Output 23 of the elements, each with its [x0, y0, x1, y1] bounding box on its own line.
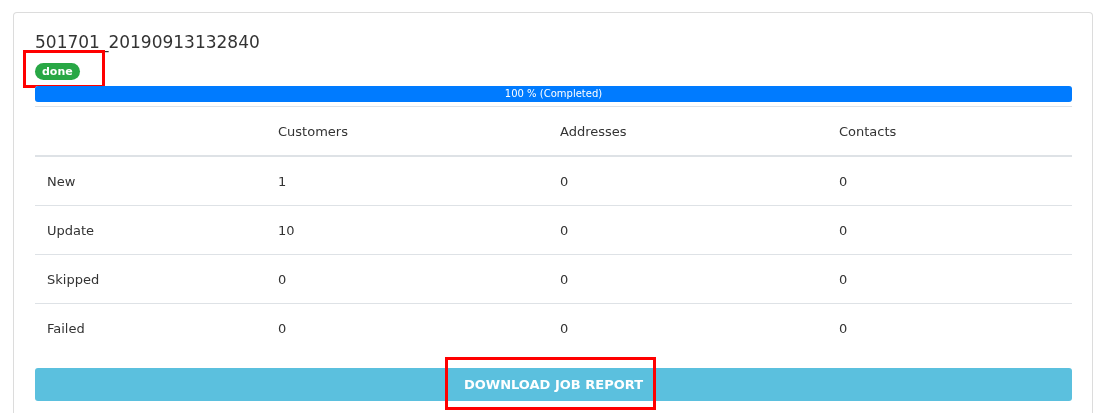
column-header: Customers: [278, 123, 348, 139]
table-cell: 10: [278, 222, 295, 238]
row-label: Update: [47, 222, 95, 238]
status-badge: done: [35, 63, 80, 80]
table-cell: 0: [560, 173, 569, 189]
row-label: Failed: [47, 320, 85, 336]
table-cell: 0: [560, 222, 569, 238]
column-header: Contacts: [839, 123, 897, 139]
job-title: 501701_20190913132840: [35, 31, 261, 53]
table-cell: 0: [278, 271, 287, 287]
table-cell: 1: [278, 173, 287, 189]
table-cell: 0: [278, 320, 287, 336]
table-cell: 0: [839, 173, 848, 189]
table-cell: 0: [839, 271, 848, 287]
table-cell: 0: [560, 271, 569, 287]
table-cell: 0: [839, 222, 848, 238]
table-cell: 0: [560, 320, 569, 336]
progress-label: 100 % (Completed): [503, 87, 604, 101]
column-header: Addresses: [560, 123, 627, 139]
table-cell: 0: [839, 320, 848, 336]
download-report-button[interactable]: DOWNLOAD JOB REPORT: [35, 368, 1072, 401]
row-label: New: [47, 173, 76, 189]
row-label: Skipped: [47, 271, 100, 287]
